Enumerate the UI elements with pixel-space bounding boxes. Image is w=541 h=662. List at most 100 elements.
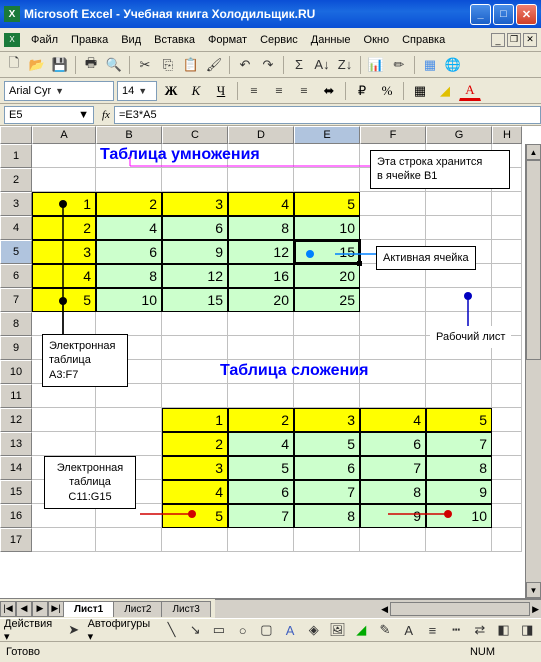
cell-D3[interactable]: 4: [228, 192, 294, 216]
cell-G13[interactable]: 7: [426, 432, 492, 456]
cell-H3[interactable]: [492, 192, 522, 216]
cell-A13[interactable]: [32, 432, 96, 456]
new-icon[interactable]: 🗋: [4, 55, 24, 75]
vertical-scrollbar[interactable]: ▲ ▼: [525, 144, 541, 598]
cell-F3[interactable]: [360, 192, 426, 216]
currency-icon[interactable]: ₽: [351, 81, 373, 101]
col-header-A[interactable]: A: [32, 126, 96, 144]
merge-icon[interactable]: ⬌: [318, 81, 340, 101]
tab-sheet3[interactable]: Лист3: [161, 601, 210, 617]
save-icon[interactable]: 💾: [50, 55, 70, 75]
cell-H17[interactable]: [492, 528, 522, 552]
cell-F8[interactable]: [360, 312, 426, 336]
cell-E5[interactable]: 15: [294, 240, 360, 264]
tab-next-button[interactable]: ▶: [32, 601, 48, 617]
cell-E6[interactable]: 20: [294, 264, 360, 288]
align-right-icon[interactable]: ≡: [293, 81, 315, 101]
map-icon[interactable]: 🌐: [443, 55, 463, 75]
formula-input[interactable]: =E3*A5: [114, 106, 541, 124]
cell-A1[interactable]: [32, 144, 96, 168]
textbox-icon[interactable]: ▢: [257, 620, 277, 640]
cell-D6[interactable]: 16: [228, 264, 294, 288]
col-header-H[interactable]: H: [492, 126, 522, 144]
rectangle-icon[interactable]: ▭: [209, 620, 229, 640]
scroll-up-button[interactable]: ▲: [526, 144, 541, 160]
cell-A6[interactable]: 4: [32, 264, 96, 288]
cell-B2[interactable]: [96, 168, 162, 192]
align-left-icon[interactable]: ≡: [243, 81, 265, 101]
arrow-style-icon[interactable]: ⇄: [470, 620, 490, 640]
cell-E12[interactable]: 3: [294, 408, 360, 432]
menu-edit[interactable]: Правка: [65, 32, 114, 48]
cell-D4[interactable]: 8: [228, 216, 294, 240]
tab-last-button[interactable]: ▶|: [48, 601, 64, 617]
col-header-B[interactable]: B: [96, 126, 162, 144]
close-button[interactable]: ✕: [516, 4, 537, 25]
cell-C9[interactable]: [162, 336, 228, 360]
cell-D13[interactable]: 4: [228, 432, 294, 456]
cell-G7[interactable]: [426, 288, 492, 312]
tab-first-button[interactable]: |◀: [0, 601, 16, 617]
cell-A2[interactable]: [32, 168, 96, 192]
row-header-1[interactable]: 1: [0, 144, 32, 168]
cell-G11[interactable]: [426, 384, 492, 408]
diagram-icon[interactable]: ◈: [304, 620, 324, 640]
col-header-C[interactable]: C: [162, 126, 228, 144]
cell-H5[interactable]: [492, 240, 522, 264]
cell-B7[interactable]: 10: [96, 288, 162, 312]
cell-H10[interactable]: [492, 360, 522, 384]
row-header-10[interactable]: 10: [0, 360, 32, 384]
col-header-F[interactable]: F: [360, 126, 426, 144]
cell-C15[interactable]: 4: [162, 480, 228, 504]
borders-icon[interactable]: ▦: [409, 81, 431, 101]
fill-color-icon[interactable]: ◢: [434, 81, 456, 101]
cell-B12[interactable]: [96, 408, 162, 432]
cell-A4[interactable]: 2: [32, 216, 96, 240]
row-header-13[interactable]: 13: [0, 432, 32, 456]
3d-icon[interactable]: ◨: [517, 620, 537, 640]
menu-window[interactable]: Окно: [358, 32, 396, 48]
row-header-5[interactable]: 5: [0, 240, 32, 264]
menu-view[interactable]: Вид: [115, 32, 147, 48]
row-header-16[interactable]: 16: [0, 504, 32, 528]
cell-H13[interactable]: [492, 432, 522, 456]
cell-D15[interactable]: 6: [228, 480, 294, 504]
cell-G17[interactable]: [426, 528, 492, 552]
cell-D11[interactable]: [228, 384, 294, 408]
font-color-icon2[interactable]: A: [399, 620, 419, 640]
cell-C12[interactable]: 1: [162, 408, 228, 432]
line-icon[interactable]: ╲: [162, 620, 182, 640]
menu-insert[interactable]: Вставка: [148, 32, 201, 48]
cell-H6[interactable]: [492, 264, 522, 288]
cell-H16[interactable]: [492, 504, 522, 528]
cell-F11[interactable]: [360, 384, 426, 408]
cell-E3[interactable]: 5: [294, 192, 360, 216]
cell-C17[interactable]: [162, 528, 228, 552]
row-header-4[interactable]: 4: [0, 216, 32, 240]
cell-A12[interactable]: [32, 408, 96, 432]
align-center-icon[interactable]: ≡: [268, 81, 290, 101]
scroll-down-button[interactable]: ▼: [526, 582, 541, 598]
drawing-icon[interactable]: ✏: [389, 55, 409, 75]
copy-icon[interactable]: ⎘: [158, 55, 178, 75]
cell-E17[interactable]: [294, 528, 360, 552]
cell-A11[interactable]: [32, 384, 96, 408]
cell-A3[interactable]: 1: [32, 192, 96, 216]
cell-F10[interactable]: [360, 360, 426, 384]
cell-C13[interactable]: 2: [162, 432, 228, 456]
row-header-6[interactable]: 6: [0, 264, 32, 288]
cell-F16[interactable]: 9: [360, 504, 426, 528]
italic-button[interactable]: К: [185, 81, 207, 101]
cell-G3[interactable]: [426, 192, 492, 216]
cell-C4[interactable]: 6: [162, 216, 228, 240]
cell-H14[interactable]: [492, 456, 522, 480]
row-header-14[interactable]: 14: [0, 456, 32, 480]
row-header-7[interactable]: 7: [0, 288, 32, 312]
cell-C5[interactable]: 9: [162, 240, 228, 264]
scroll-thumb[interactable]: [526, 160, 541, 360]
row-header-3[interactable]: 3: [0, 192, 32, 216]
cut-icon[interactable]: ✂: [135, 55, 155, 75]
cell-G14[interactable]: 8: [426, 456, 492, 480]
doc-restore-button[interactable]: ❐: [507, 33, 521, 47]
cell-D17[interactable]: [228, 528, 294, 552]
